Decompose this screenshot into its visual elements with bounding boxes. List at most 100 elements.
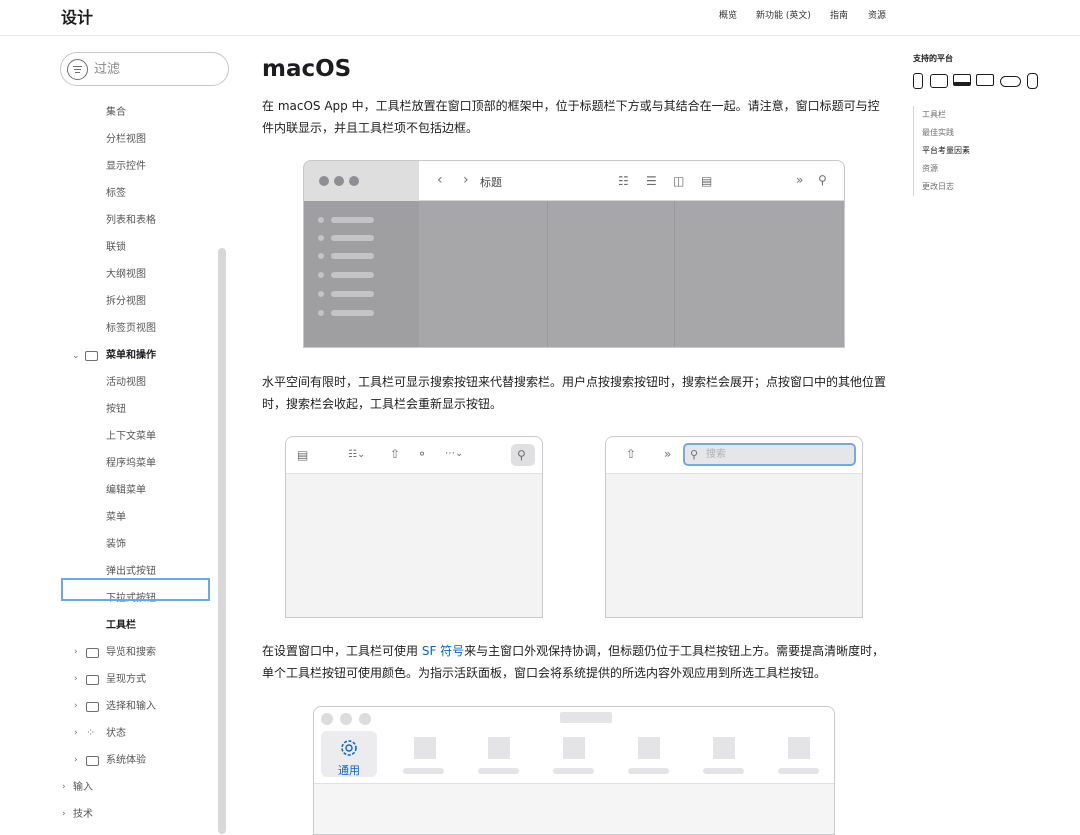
sidebar-category-navigation-and-search[interactable]: 导览和搜索 [106,643,156,663]
window-control-icon [334,176,344,186]
sidebar-item-buttons[interactable]: 按钮 [106,400,126,420]
sidebar-category-selection-and-input[interactable]: 选择和输入 [106,697,156,717]
sidebar-section-inputs[interactable]: 输入 [73,778,93,798]
chevron-right-icon[interactable]: › [74,728,78,738]
forward-icon: › [463,172,469,188]
sidebar-item-column-views[interactable]: 分栏视图 [106,130,146,150]
search-field: ⚲ [683,443,856,466]
sidebar-item-menus[interactable]: 菜单 [106,508,126,528]
grid-view-icon: ☷ [618,174,629,188]
sidebar-item-context-menus[interactable]: 上下文菜单 [106,427,156,447]
chevron-right-icon[interactable]: › [74,755,78,765]
paragraph-search-button: 水平空间有限时，工具栏可显示搜索按钮来代替搜索栏。用户点按搜索按钮时，搜索栏会展… [262,375,887,411]
sidebar-item-lists-and-tables[interactable]: 列表和表格 [106,211,156,231]
sidebar-placeholder-dot [318,272,324,278]
window-control-icon [319,176,329,186]
sidebar-item-ornaments[interactable]: 装饰 [106,535,126,555]
gear-icon [341,740,357,756]
sf-symbols-link[interactable]: SF 符号 [422,644,464,658]
back-icon: ‹ [437,172,443,188]
sidebar-placeholder-bar [331,217,374,223]
sidebar-item-toolbars[interactable]: 工具栏 [106,616,136,636]
paragraph-text: 在设置窗口中，工具栏可使用 [262,644,422,658]
column-view-icon: ◫ [673,174,685,188]
chevron-right-icon[interactable]: › [74,647,78,657]
filter-input[interactable] [94,60,214,79]
chevron-right-icon[interactable]: › [62,809,66,819]
sidebar-item-labels[interactable]: 标签 [106,184,126,204]
nav-link-whats-new[interactable]: 新功能 (英文) [756,8,811,21]
sidebar-category-status[interactable]: 状态 [106,724,126,744]
sidebar-selected-outline [61,578,210,601]
brand-title[interactable]: 设计 [61,4,93,28]
toc-item-platform-considerations[interactable]: 平台考量因素 [922,142,970,160]
menu-category-icon [85,351,98,361]
sidebar-category-system-experiences[interactable]: 系统体验 [106,751,146,771]
share-icon: ⇧ [390,447,401,461]
column-divider [674,201,675,347]
on-this-page-toc: 工具栏 最佳实践 平台考量因素 资源 更改日志 [913,106,970,196]
settings-tab-placeholder-label [478,768,519,774]
nav-link-resources[interactable]: 资源 [868,8,886,21]
sidebar-item-dock-menus[interactable]: 程序坞菜单 [106,454,156,474]
figure-toolbar-expanded-search: ⇧ » ⚲ [605,436,863,618]
nav-link-guidelines[interactable]: 指南 [830,8,848,21]
sidebar-item-split-views[interactable]: 拆分视图 [106,292,146,312]
sidebar-scrollbar[interactable] [218,248,226,834]
settings-tab-placeholder [638,737,660,759]
figure-settings-window: 通用 [313,706,835,835]
sidebar-section-technologies[interactable]: 技术 [73,805,93,825]
keyboard-icon [86,702,99,712]
chevron-right-icon[interactable]: › [62,782,66,792]
nav-link-overview[interactable]: 概览 [719,8,737,21]
sidebar-category-presentation[interactable]: 呈现方式 [106,670,146,690]
more-icon: ⋯⌄ [445,448,464,459]
chevron-right-icon[interactable]: › [74,674,78,684]
page-title: macOS [262,56,352,82]
overflow-icon: » [796,173,804,187]
sidebar-placeholder-bar [331,291,374,297]
gallery-view-icon: ▤ [701,174,713,188]
sidebar-category-menus-and-actions[interactable]: 菜单和操作 [106,346,156,366]
settings-tab-placeholder-label [703,768,744,774]
iphone-icon [913,73,923,89]
sidebar-item-lockups[interactable]: 联锁 [106,238,126,258]
grid-view-icon: ☷⌄ [348,449,366,460]
search-icon: ⚲ [818,173,827,187]
chevron-down-icon[interactable]: ⌄ [72,351,80,361]
chevron-right-icon[interactable]: › [74,701,78,711]
window-toolbar: ▤ ☷⌄ ⇧ ⚬ ⋯⌄ ⚲ [286,437,542,474]
mac-icon [953,74,971,86]
paragraph-settings-window: 在设置窗口中，工具栏可使用 SF 符号来与主窗口外观保持协调，但标题仍位于工具栏… [262,640,887,684]
toc-item-change-log[interactable]: 更改日志 [922,178,970,196]
filter-field[interactable] [60,52,229,86]
vision-icon [1000,76,1021,87]
sidebar-icon [86,648,99,658]
toc-item-toolbars[interactable]: 工具栏 [922,106,970,124]
sidebar-item-disclosure-controls[interactable]: 显示控件 [106,157,146,177]
toc-item-resources[interactable]: 资源 [922,160,970,178]
sidebar-item-tab-views[interactable]: 标签页视图 [106,319,156,339]
sidebar-item-outline-views[interactable]: 大纲视图 [106,265,146,285]
window-title: 标题 [480,176,502,189]
sidebar-item-activity-views[interactable]: 活动视图 [106,373,146,393]
paragraph-toolbar-placement: 在 macOS App 中，工具栏放置在窗口顶部的框架中，位于标题栏下方或与其结… [262,99,880,135]
sidebar-item-edit-menus[interactable]: 编辑菜单 [106,481,146,501]
menubar-icon [86,756,99,766]
toc-item-best-practices[interactable]: 最佳实践 [922,124,970,142]
settings-tab-general: 通用 [321,731,377,777]
sidebar-placeholder-bar [331,235,374,241]
sidebar-item-collections[interactable]: 集合 [106,103,126,123]
overflow-icon: » [664,447,672,461]
top-navigation: 设计 概览 新功能 (英文) 指南 资源 [0,0,1080,36]
settings-tab-placeholder-label [553,768,594,774]
sidebar-placeholder-dot [318,253,324,259]
search-icon: ⚲ [517,448,526,462]
tv-icon [976,74,994,86]
filter-icon [67,59,88,80]
settings-toolbar: 通用 [314,707,834,784]
list-view-icon: ☰ [646,174,657,188]
share-icon: ⇧ [626,447,637,461]
sidebar-placeholder-dot [318,235,324,241]
settings-tab-placeholder-label [778,768,819,774]
